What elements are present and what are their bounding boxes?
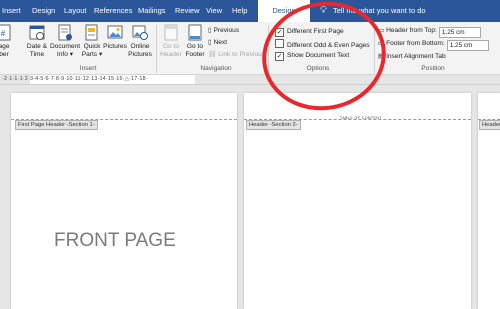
ribbon-separator [156,25,157,73]
go-to-header-icon [164,24,178,41]
page-2[interactable]: TABLE OF CONTENT Header -Section 2- [244,93,471,309]
tab-insert[interactable]: Insert [2,0,21,22]
link-icon: ⛓ [208,51,219,58]
page-number-icon: # [0,24,11,41]
different-first-page-label: Different First Page [287,28,344,35]
position-group-label: Position [421,65,445,72]
online-pictures-label-1: Online [130,43,150,50]
ribbon-separator [374,25,375,73]
ribbon: # age ber Date & Time Document Info ▾ Quick… [0,22,500,75]
next-button[interactable]: ▯ Next [208,38,227,47]
tab-review[interactable]: Review [175,0,200,22]
calendar-icon [29,25,45,40]
footer-from-bottom-label: Footer from Bottom: [386,40,445,47]
ribbon-separator [268,25,269,73]
different-odd-even-label: Different Odd & Even Pages [287,42,370,49]
tell-me-text: Tell me what you want to do [333,6,426,15]
go-to-header-button[interactable]: Go to Header [158,24,184,59]
quick-parts-button[interactable]: Quick Parts ▾ [80,24,104,59]
ribbon-tab-bar: Insert Design Layout References Mailings… [0,0,500,24]
online-pictures-icon [132,25,148,40]
tab-view[interactable]: View [206,0,222,22]
header-from-top-label: Header from Top: [386,27,437,34]
link-to-previous-button[interactable]: ⛓ Link to Previous [208,50,265,59]
go-to-header-label-2: Header [160,51,182,58]
quick-parts-label-1: Quick [83,43,101,50]
navigation-group-label: Navigation [200,65,232,72]
lightbulb-icon: 💡︎ [320,5,327,16]
page-number-label-2: ber [0,51,9,58]
tab-mailings[interactable]: Mailings [138,0,166,22]
options-group-label: Options [306,65,330,72]
online-pictures-label-2: Pictures [128,51,152,58]
link-to-previous-label: Link to Previous [218,51,266,58]
tab-layout[interactable]: Layout [64,0,87,22]
date-time-label-2: Time [29,51,45,58]
date-time-label-1: Date & [26,43,48,50]
header-position-icon: ▭ [378,27,387,34]
different-odd-even-checkbox[interactable] [275,39,284,48]
online-pictures-button[interactable]: Online Pictures [126,24,154,59]
pictures-label: Pictures [103,43,127,50]
show-document-text-option[interactable]: ✓ Show Document Text [275,51,349,61]
tell-me-box[interactable]: 💡︎ Tell me what you want to do [320,0,426,22]
footer-from-bottom-control: ▭ Footer from Bottom: 1.25 cm [378,39,489,51]
previous-button[interactable]: ▯ Previous [208,26,239,35]
document-info-label-2: Info [56,51,68,58]
header-from-top-input[interactable]: 1.25 cm [438,27,481,38]
document-info-label-1: Document [50,43,81,50]
pictures-button[interactable]: Pictures [102,24,128,51]
different-odd-even-option[interactable]: Different Odd & Even Pages [275,39,370,50]
tab-references[interactable]: References [94,0,132,22]
page-3[interactable]: Header [478,93,500,309]
alignment-tab-icon: ▤ [378,53,387,60]
svg-text:#: # [1,29,6,38]
page-3-header-label: Header [479,120,500,130]
page-2-header-label: Header -Section 2- [246,120,301,130]
horizontal-ruler[interactable]: ·2·1·1·1·2·3·4·5·6·7·8·9·10·11·12·13·14·… [0,75,500,85]
page-number-label-1: age [0,43,10,50]
quick-parts-label-2: Parts [81,51,98,58]
tab-header-footer-design[interactable]: Design [258,0,310,24]
insert-group-label: Insert [79,65,97,72]
go-to-footer-label-1: Go to [186,43,204,50]
go-to-footer-label-2: Footer [185,51,205,58]
tab-help[interactable]: Help [232,0,247,22]
ruler-ticks: ·2·1·1·1·2·3·4·5·6·7·8·9·10·11·12·13·14·… [2,76,148,82]
insert-alignment-tab-label: Insert Alignment Tab [386,53,446,60]
footer-position-icon: ▭ [378,40,387,47]
go-to-footer-icon [188,24,202,41]
different-first-page-option[interactable]: ✓ Different First Page [275,27,344,37]
show-document-text-checkbox[interactable]: ✓ [275,52,284,61]
next-label: Next [213,39,228,46]
go-to-header-label-1: Go to [162,43,180,50]
quick-parts-icon [85,24,98,41]
date-time-button[interactable]: Date & Time [22,24,52,59]
front-page-title: FRONT PAGE [54,230,176,251]
previous-label: Previous [213,27,240,34]
document-info-button[interactable]: Document Info ▾ [50,24,80,59]
insert-alignment-tab-button[interactable]: ▤ Insert Alignment Tab [378,52,446,61]
document-info-icon [58,24,72,41]
page-1[interactable]: First Page Header -Section 1- FRONT PAGE [11,93,237,309]
page-number-button[interactable]: # age ber [0,24,14,59]
pictures-icon [107,25,123,39]
page-1-header-label: First Page Header -Section 1- [15,120,98,130]
footer-from-bottom-input[interactable]: 1.25 cm [446,40,489,51]
go-to-footer-button[interactable]: Go to Footer [182,24,208,59]
different-first-page-checkbox[interactable]: ✓ [275,28,284,37]
tab-design[interactable]: Design [32,0,55,22]
header-from-top-control: ▭ Header from Top: 1.25 cm [378,26,481,38]
show-document-text-label: Show Document Text [287,52,350,59]
